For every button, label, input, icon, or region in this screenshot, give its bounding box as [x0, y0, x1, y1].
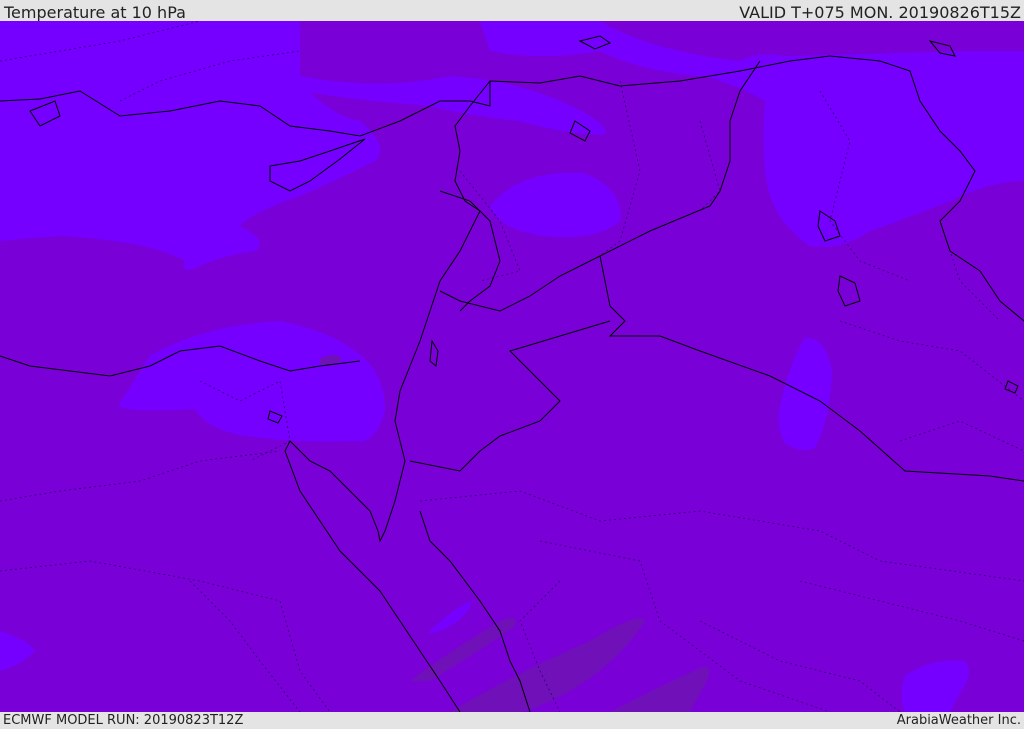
- map-canvas[interactable]: [0, 21, 1024, 712]
- model-run-label: ECMWF MODEL RUN: 20190823T12Z: [3, 713, 244, 728]
- temperature-map: [0, 21, 1024, 712]
- map-title: Temperature at 10 hPa: [4, 3, 186, 22]
- valid-time-label: VALID T+075 MON. 20190826T15Z: [739, 3, 1021, 22]
- footer-bar: ECMWF MODEL RUN: 20190823T12Z ArabiaWeat…: [0, 712, 1024, 729]
- header-bar: Temperature at 10 hPa VALID T+075 MON. 2…: [0, 0, 1024, 22]
- credit-label: ArabiaWeather Inc.: [896, 713, 1021, 728]
